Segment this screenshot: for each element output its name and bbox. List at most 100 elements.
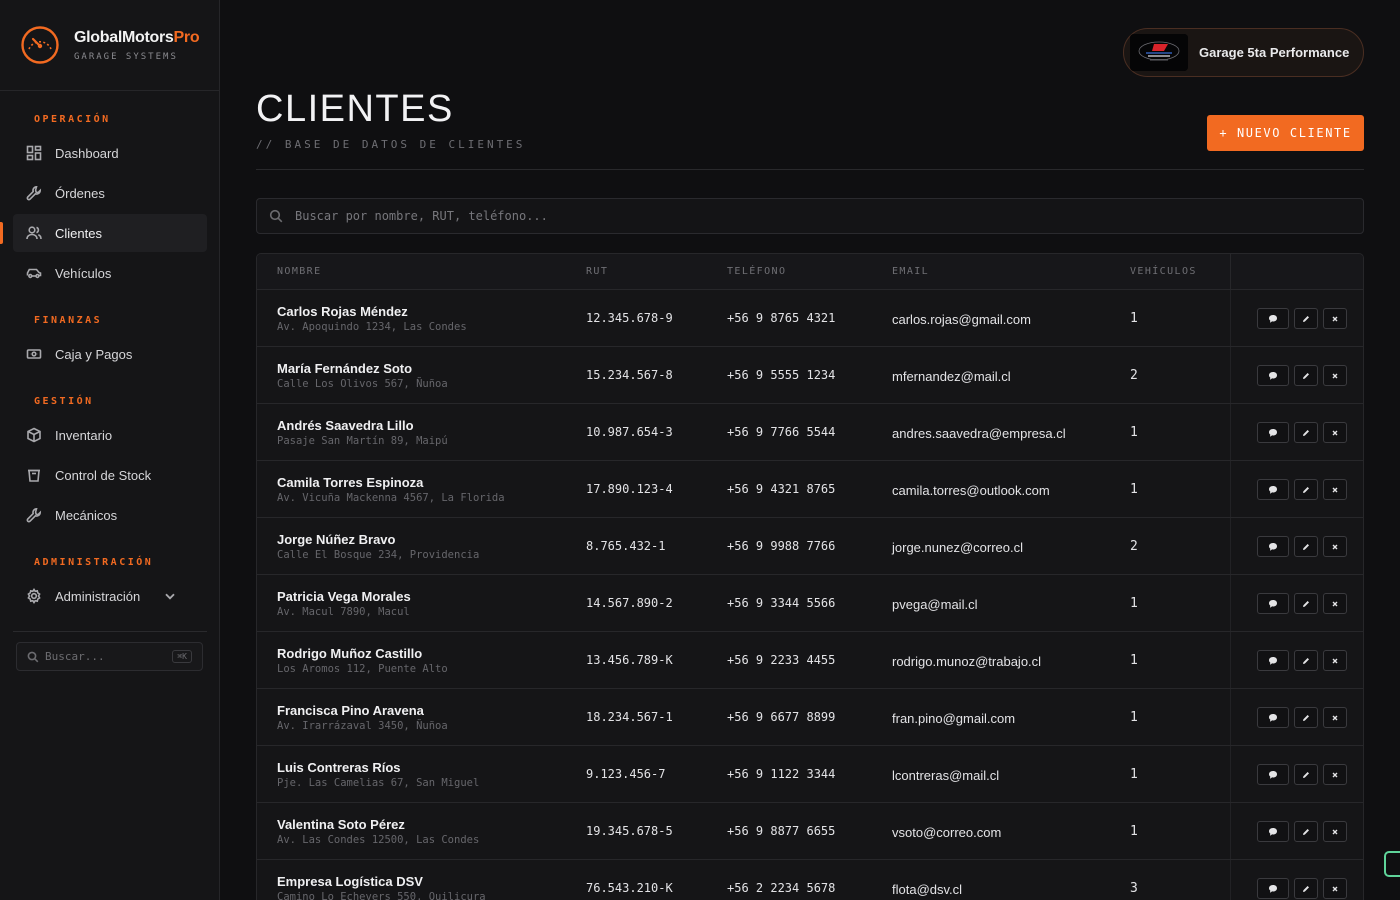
- edit-button[interactable]: [1294, 536, 1318, 557]
- column-header-nombre[interactable]: NOMBRE: [277, 266, 322, 277]
- sidebar-search-placeholder: Buscar...: [45, 650, 105, 663]
- table-row[interactable]: Andrés Saavedra Lillo Pasaje San Martín …: [257, 404, 1363, 461]
- client-rut: 12.345.678-9: [586, 311, 673, 325]
- sidebar-item-label: Inventario: [55, 427, 113, 443]
- edit-button[interactable]: [1294, 479, 1318, 500]
- client-name[interactable]: María Fernández Soto: [277, 361, 448, 376]
- client-address: Pje. Las Camelias 67, San Miguel: [277, 777, 480, 789]
- delete-button[interactable]: [1323, 764, 1347, 785]
- edit-button[interactable]: [1294, 593, 1318, 614]
- client-name-cell: Carlos Rojas Méndez Av. Apoquindo 1234, …: [277, 304, 467, 333]
- sidebar-item-inventario[interactable]: Inventario: [13, 416, 207, 454]
- client-name[interactable]: Francisca Pino Aravena: [277, 703, 448, 718]
- row-actions: [1257, 764, 1347, 785]
- row-actions: [1257, 593, 1347, 614]
- sidebar-item-administracion[interactable]: Administración: [13, 577, 207, 615]
- message-button[interactable]: [1257, 536, 1289, 557]
- column-divider: [1230, 689, 1231, 745]
- chat-bubble-icon: [1269, 371, 1277, 380]
- client-name[interactable]: Jorge Núñez Bravo: [277, 532, 479, 547]
- client-name[interactable]: Camila Torres Espinoza: [277, 475, 505, 490]
- sidebar-item-vehiculos[interactable]: Vehículos: [13, 254, 207, 292]
- column-header-vehiculos[interactable]: VEHÍCULOS: [1130, 266, 1197, 277]
- client-search-bar[interactable]: [256, 198, 1364, 234]
- edit-button[interactable]: [1294, 764, 1318, 785]
- client-name[interactable]: Rodrigo Muñoz Castillo: [277, 646, 448, 661]
- edit-button[interactable]: [1294, 422, 1318, 443]
- column-header-telefono[interactable]: TELÉFONO: [727, 266, 786, 277]
- sidebar-item-control-stock[interactable]: Control de Stock: [13, 456, 207, 494]
- delete-button[interactable]: [1323, 650, 1347, 671]
- bin-icon: [28, 469, 40, 482]
- garage-selector[interactable]: Garage 5ta Performance: [1123, 28, 1364, 77]
- client-address: Av. Macul 7890, Macul: [277, 606, 410, 618]
- message-button[interactable]: [1257, 650, 1289, 671]
- sidebar-item-clientes[interactable]: Clientes: [13, 214, 207, 252]
- table-row[interactable]: Francisca Pino Aravena Av. Irarrázaval 3…: [257, 689, 1363, 746]
- message-button[interactable]: [1257, 764, 1289, 785]
- delete-button[interactable]: [1323, 878, 1347, 899]
- edit-button[interactable]: [1294, 878, 1318, 899]
- delete-button[interactable]: [1323, 308, 1347, 329]
- client-email: pvega@mail.cl: [892, 597, 978, 612]
- sidebar-item-mecanicos[interactable]: Mecánicos: [13, 496, 207, 534]
- delete-button[interactable]: [1323, 422, 1347, 443]
- client-rut: 17.890.123-4: [586, 482, 673, 496]
- edit-button[interactable]: [1294, 650, 1318, 671]
- sidebar-item-dashboard[interactable]: Dashboard: [13, 134, 207, 172]
- table-row[interactable]: Camila Torres Espinoza Av. Vicuña Macken…: [257, 461, 1363, 518]
- search-input[interactable]: [295, 209, 1295, 223]
- nav-section-administracion: ADMINISTRACIÓN: [34, 557, 154, 568]
- new-client-button[interactable]: + NUEVO CLIENTE: [1207, 115, 1364, 151]
- edit-button[interactable]: [1294, 821, 1318, 842]
- client-name[interactable]: Patricia Vega Morales: [277, 589, 411, 604]
- table-row[interactable]: Rodrigo Muñoz Castillo Los Aromos 112, P…: [257, 632, 1363, 689]
- sidebar-item-label: Dashboard: [55, 145, 119, 161]
- client-name[interactable]: Carlos Rojas Méndez: [277, 304, 467, 319]
- table-row[interactable]: Patricia Vega Morales Av. Macul 7890, Ma…: [257, 575, 1363, 632]
- delete-button[interactable]: [1323, 821, 1347, 842]
- table-row[interactable]: Carlos Rojas Méndez Av. Apoquindo 1234, …: [257, 290, 1363, 347]
- table-row[interactable]: Jorge Núñez Bravo Calle El Bosque 234, P…: [257, 518, 1363, 575]
- message-button[interactable]: [1257, 707, 1289, 728]
- delete-button[interactable]: [1323, 536, 1347, 557]
- table-row[interactable]: Valentina Soto Pérez Av. Las Condes 1250…: [257, 803, 1363, 860]
- client-name[interactable]: Andrés Saavedra Lillo: [277, 418, 448, 433]
- table-row[interactable]: Empresa Logística DSV Camino Lo Echevers…: [257, 860, 1363, 900]
- delete-button[interactable]: [1323, 365, 1347, 386]
- chevron-down-icon[interactable]: [162, 588, 178, 604]
- column-header-email[interactable]: EMAIL: [892, 266, 929, 277]
- column-divider: [1230, 290, 1231, 346]
- message-button[interactable]: [1257, 479, 1289, 500]
- column-divider: [1230, 746, 1231, 802]
- message-button[interactable]: [1257, 821, 1289, 842]
- client-name[interactable]: Empresa Logística DSV: [277, 874, 486, 889]
- nav-section-finanzas: FINANZAS: [34, 315, 103, 326]
- delete-button[interactable]: [1323, 707, 1347, 728]
- sidebar-item-caja-pagos[interactable]: Caja y Pagos: [13, 335, 207, 373]
- delete-button[interactable]: [1323, 479, 1347, 500]
- client-rut: 8.765.432-1: [586, 539, 666, 553]
- client-name[interactable]: Valentina Soto Pérez: [277, 817, 479, 832]
- edit-button[interactable]: [1294, 365, 1318, 386]
- message-button[interactable]: [1257, 422, 1289, 443]
- table-row[interactable]: Luis Contreras Ríos Pje. Las Camelias 67…: [257, 746, 1363, 803]
- sidebar-search-input[interactable]: Buscar... ⌘K: [16, 642, 203, 671]
- message-button[interactable]: [1257, 593, 1289, 614]
- client-name[interactable]: Luis Contreras Ríos: [277, 760, 479, 775]
- client-phone: +56 9 8765 4321: [727, 311, 836, 325]
- message-button[interactable]: [1257, 365, 1289, 386]
- message-button[interactable]: [1257, 308, 1289, 329]
- edit-button[interactable]: [1294, 707, 1318, 728]
- delete-button[interactable]: [1323, 593, 1347, 614]
- brand[interactable]: GlobalMotorsPro GARAGE SYSTEMS: [0, 0, 219, 91]
- table-row[interactable]: María Fernández Soto Calle Los Olivos 56…: [257, 347, 1363, 404]
- client-email: lcontreras@mail.cl: [892, 768, 1000, 783]
- client-email: vsoto@correo.com: [892, 825, 1002, 840]
- sidebar-item-ordenes[interactable]: Órdenes: [13, 174, 207, 212]
- message-button[interactable]: [1257, 878, 1289, 899]
- column-header-rut[interactable]: RUT: [586, 266, 608, 277]
- sidebar-divider: [13, 631, 207, 632]
- floating-side-tab[interactable]: [1384, 851, 1400, 877]
- edit-button[interactable]: [1294, 308, 1318, 329]
